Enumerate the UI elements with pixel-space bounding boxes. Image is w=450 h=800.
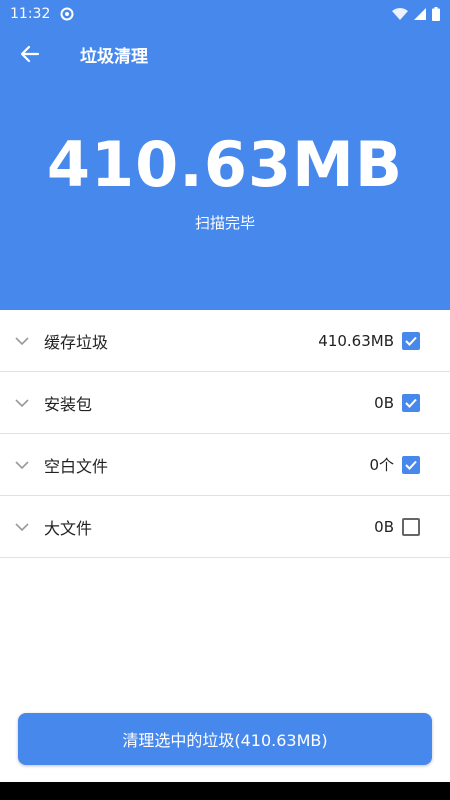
signal-icon [414, 8, 426, 20]
page-title: 垃圾清理 [80, 46, 148, 67]
check-icon [405, 460, 417, 470]
category-checkbox[interactable] [402, 455, 420, 474]
category-label: 大文件 [44, 518, 93, 538]
category-checkbox[interactable] [402, 393, 420, 412]
battery-icon [432, 7, 440, 21]
category-row-large-files[interactable]: 大文件 0B [0, 496, 450, 558]
chevron-down-icon[interactable] [0, 336, 44, 345]
category-size: 0B [374, 393, 394, 412]
chevron-down-icon[interactable] [0, 398, 44, 407]
category-checkbox[interactable] [402, 517, 420, 536]
total-junk-size: 410.63MB [46, 128, 404, 201]
category-label: 安装包 [44, 394, 93, 414]
app-bar: 垃圾清理 [0, 28, 450, 80]
scan-status: 扫描完毕 [194, 214, 255, 232]
check-icon [405, 336, 417, 346]
chevron-down-icon[interactable] [0, 522, 44, 531]
clean-selected-button[interactable]: 清理选中的垃圾(410.63MB) [18, 713, 432, 765]
wifi-icon [392, 8, 408, 20]
sync-icon [60, 7, 74, 21]
category-size: 0个 [369, 456, 394, 474]
check-icon [405, 398, 417, 408]
arrow-left-icon [20, 45, 40, 63]
status-bar: 11:32 [0, 0, 450, 28]
category-row-empty-files[interactable]: 空白文件 0个 [0, 434, 450, 496]
scan-summary: 410.63MB 扫描完毕 [0, 80, 450, 310]
category-size: 410.63MB [318, 331, 394, 350]
system-nav-bar [0, 782, 450, 800]
category-checkbox[interactable] [402, 331, 420, 350]
category-row-apk[interactable]: 安装包 0B [0, 372, 450, 434]
chevron-down-icon[interactable] [0, 460, 44, 469]
category-row-cache[interactable]: 缓存垃圾 410.63MB [0, 310, 450, 372]
category-label: 缓存垃圾 [44, 332, 109, 352]
category-size: 0B [374, 517, 394, 536]
category-label: 空白文件 [44, 456, 109, 476]
status-time: 11:32 [10, 6, 51, 22]
junk-category-list: 缓存垃圾 410.63MB 安装包 0B 空白文件 0个 大文件 0B [0, 310, 450, 558]
back-button[interactable] [0, 28, 60, 80]
